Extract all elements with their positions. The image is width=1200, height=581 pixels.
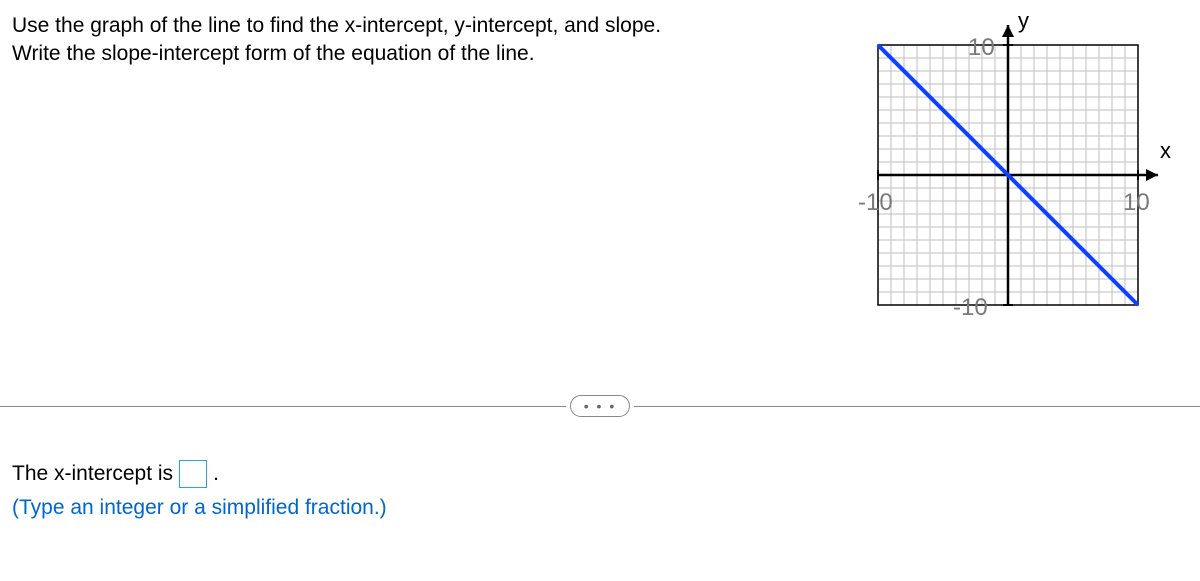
- dots-icon: • • •: [584, 398, 616, 414]
- tick-pos-x: 10: [1123, 189, 1150, 216]
- divider-line-left: [0, 406, 566, 407]
- answer-suffix: .: [213, 462, 219, 486]
- question-prompt: Use the graph of the line to find the x-…: [12, 10, 808, 69]
- graph-figure: y x -10 10 10 -10: [838, 10, 1188, 340]
- expand-button[interactable]: • • •: [570, 395, 630, 417]
- x-axis-label: x: [1160, 138, 1171, 163]
- answer-hint: (Type an integer or a simplified fractio…: [12, 496, 387, 520]
- prompt-line2: Write the slope-intercept form of the eq…: [12, 42, 535, 65]
- y-axis-label: y: [1018, 10, 1029, 33]
- tick-neg-y: -10: [953, 294, 988, 321]
- tick-neg-x: -10: [858, 189, 893, 216]
- divider-line-right: [634, 406, 1200, 407]
- x-intercept-input[interactable]: [179, 460, 207, 488]
- answer-prefix: The x-intercept is: [12, 462, 173, 486]
- coordinate-graph: y x -10 10 10 -10: [838, 10, 1188, 340]
- answer-area: The x-intercept is . (Type an integer or…: [12, 460, 387, 520]
- section-divider: • • •: [0, 395, 1200, 417]
- tick-pos-y: 10: [968, 34, 995, 61]
- prompt-line1: Use the graph of the line to find the x-…: [12, 14, 661, 37]
